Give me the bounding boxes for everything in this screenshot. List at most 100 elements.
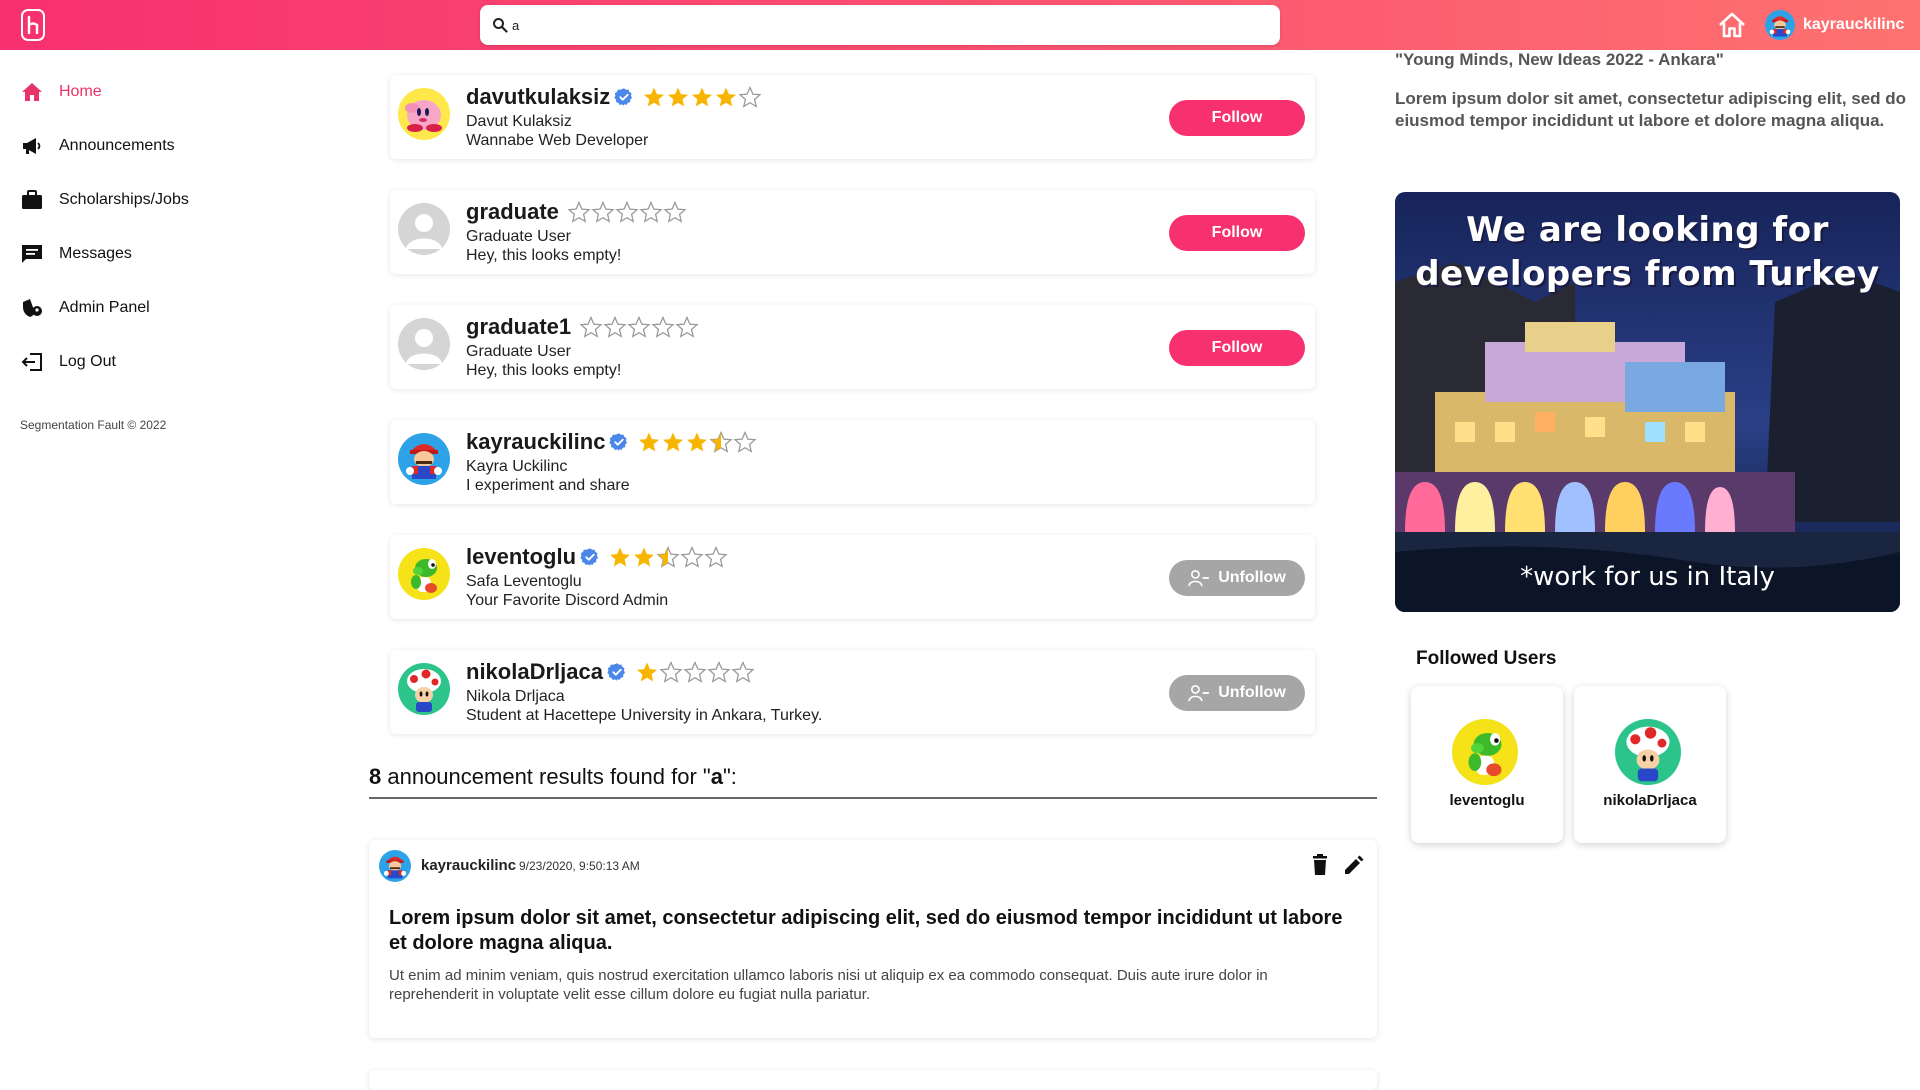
avatar[interactable] xyxy=(398,88,450,140)
user-bio: Student at Hacettepe University in Ankar… xyxy=(466,707,823,724)
follow-button[interactable]: Follow xyxy=(1169,330,1305,366)
results-query: a xyxy=(710,764,723,789)
user-bio: Your Favorite Discord Admin xyxy=(466,592,669,609)
star-empty-icon xyxy=(683,660,707,684)
star-filled-icon xyxy=(666,85,690,109)
star-filled-icon xyxy=(637,430,661,454)
avatar xyxy=(1452,719,1518,785)
announcement-author[interactable]: kayrauckilinc xyxy=(421,857,516,874)
star-empty-icon xyxy=(659,660,683,684)
divider xyxy=(369,797,1377,799)
star-empty-icon xyxy=(615,200,639,224)
announcement-results-heading: 8 announcement results found for "a": xyxy=(369,764,737,790)
star-empty-icon xyxy=(627,315,651,339)
sidebar-item-label: Log Out xyxy=(59,353,116,370)
sidebar-item-admin-panel[interactable]: Admin Panel xyxy=(20,293,150,323)
star-empty-icon xyxy=(731,660,755,684)
avatar xyxy=(1765,10,1795,40)
verified-badge-icon xyxy=(609,432,629,452)
sidebar-item-label: Home xyxy=(59,83,102,100)
avatar[interactable] xyxy=(398,433,450,485)
username[interactable]: davutkulaksiz xyxy=(466,84,610,110)
star-filled-icon xyxy=(690,85,714,109)
star-empty-icon xyxy=(733,430,757,454)
app-logo[interactable] xyxy=(21,9,45,41)
star-empty-icon xyxy=(675,315,699,339)
username[interactable]: kayrauckilinc xyxy=(466,429,605,455)
user-full-name: Graduate User xyxy=(466,228,571,245)
home-icon xyxy=(20,80,44,104)
avatar xyxy=(1615,719,1681,785)
followed-username: leventoglu xyxy=(1449,792,1525,809)
results-text: announcement results found for " xyxy=(381,764,711,789)
current-username: kayrauckilinc xyxy=(1803,16,1905,33)
user-card[interactable]: davutkulaksiz Davut Kulaksiz Wannabe Web… xyxy=(390,75,1315,159)
avatar[interactable] xyxy=(398,203,450,255)
megaphone-icon xyxy=(20,134,44,158)
user-bio: Hey, this looks empty! xyxy=(466,247,622,264)
sidebar-item-announcements[interactable]: Announcements xyxy=(20,131,175,161)
sidebar-item-home[interactable]: Home xyxy=(20,77,102,107)
current-user-menu[interactable]: kayrauckilinc xyxy=(1765,10,1904,40)
search-input[interactable] xyxy=(512,13,1252,37)
followed-username: nikolaDrljaca xyxy=(1603,792,1697,809)
top-bar: kayrauckilinc xyxy=(0,0,1920,50)
star-empty-icon xyxy=(603,315,627,339)
follow-button-label: Follow xyxy=(1211,109,1263,126)
star-empty-icon xyxy=(680,545,704,569)
briefcase-icon xyxy=(20,188,44,212)
follow-button[interactable]: Follow xyxy=(1169,100,1305,136)
user-card[interactable]: graduate1 Graduate User Hey, this looks … xyxy=(390,305,1315,389)
star-half-icon xyxy=(656,545,680,569)
follow-button-label: Follow xyxy=(1211,224,1263,241)
avatar[interactable] xyxy=(398,548,450,600)
star-empty-icon xyxy=(663,200,687,224)
sidebar-item-label: Messages xyxy=(59,245,132,262)
sidebar-item-log-out[interactable]: Log Out xyxy=(20,347,116,377)
logo-glyph xyxy=(27,15,39,35)
user-card[interactable]: kayrauckilinc Kayra Uckilinc I experimen… xyxy=(390,420,1315,504)
sidebar-item-messages[interactable]: Messages xyxy=(20,239,132,269)
logout-icon xyxy=(20,350,44,374)
edit-icon[interactable] xyxy=(1343,854,1365,876)
unfollow-button[interactable]: Unfollow xyxy=(1169,560,1305,596)
chat-icon xyxy=(20,242,44,266)
announcement-card[interactable] xyxy=(369,1070,1377,1090)
star-empty-icon xyxy=(639,200,663,224)
avatar[interactable] xyxy=(398,318,450,370)
job-ad-banner[interactable]: We are looking for developers from Turke… xyxy=(1395,192,1900,612)
search-bar[interactable] xyxy=(480,5,1280,45)
unfollow-user-icon xyxy=(1188,569,1210,587)
banner-heading-line1: We are looking for xyxy=(1466,210,1829,250)
user-bio: Hey, this looks empty! xyxy=(466,362,622,379)
username[interactable]: graduate xyxy=(466,199,559,225)
star-filled-icon xyxy=(685,430,709,454)
avatar[interactable] xyxy=(398,663,450,715)
event-title: "Young Minds, New Ideas 2022 - Ankara" xyxy=(1395,50,1724,69)
unfollow-button[interactable]: Unfollow xyxy=(1169,675,1305,711)
unfollow-user-icon xyxy=(1188,684,1210,702)
star-empty-icon xyxy=(704,545,728,569)
results-text-end: ": xyxy=(722,764,737,789)
follow-button[interactable]: Follow xyxy=(1169,215,1305,251)
announcement-card[interactable]: kayrauckilinc 9/23/2020, 9:50:13 AM Lore… xyxy=(369,840,1377,1038)
user-card[interactable]: nikolaDrljaca Nikola Drljaca Student at … xyxy=(390,650,1315,734)
sidebar-item-label: Scholarships/Jobs xyxy=(59,191,189,208)
star-rating xyxy=(635,660,755,684)
user-card[interactable]: graduate Graduate User Hey, this looks e… xyxy=(390,190,1315,274)
home-icon[interactable] xyxy=(1717,11,1747,39)
username[interactable]: leventoglu xyxy=(466,544,576,570)
username[interactable]: graduate1 xyxy=(466,314,571,340)
user-full-name: Graduate User xyxy=(466,343,571,360)
star-empty-icon xyxy=(651,315,675,339)
user-full-name: Davut Kulaksiz xyxy=(466,113,572,130)
avatar[interactable] xyxy=(379,850,411,882)
delete-icon[interactable] xyxy=(1310,854,1330,876)
user-card[interactable]: leventoglu Safa Leventoglu Your Favorite… xyxy=(390,535,1315,619)
star-empty-icon xyxy=(591,200,615,224)
followed-user-card[interactable]: leventoglu xyxy=(1411,686,1563,843)
sidebar-item-scholarships-jobs[interactable]: Scholarships/Jobs xyxy=(20,185,189,215)
username[interactable]: nikolaDrljaca xyxy=(466,659,603,685)
followed-user-card[interactable]: nikolaDrljaca xyxy=(1574,686,1726,843)
user-full-name: Safa Leventoglu xyxy=(466,573,582,590)
